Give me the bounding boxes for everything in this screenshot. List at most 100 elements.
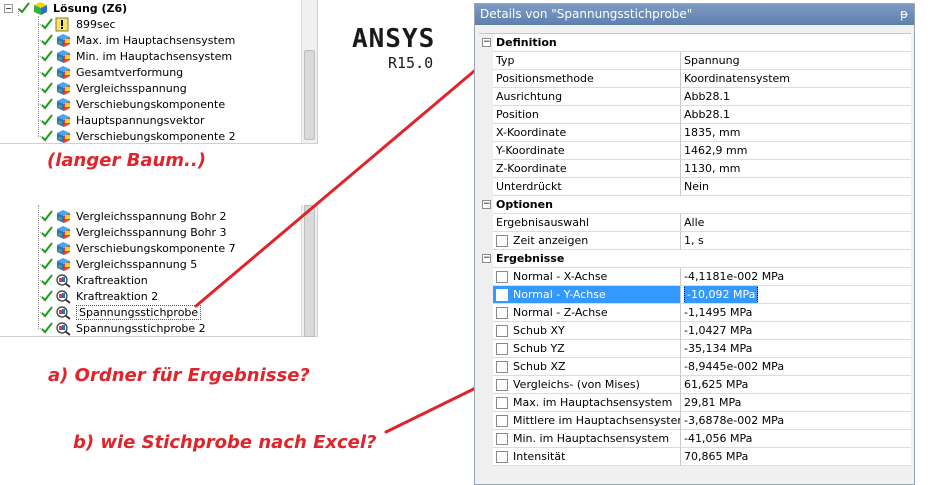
tree-scrollbar-lower[interactable] <box>301 205 317 337</box>
tree-item[interactable]: Vergleichsspannung Bohr 2 <box>40 208 226 224</box>
property-value[interactable]: 1835, mm <box>681 124 911 142</box>
property-row[interactable]: Vergleichs- (von Mises) 61,625 MPa <box>479 376 911 394</box>
tree-scroll-thumb-lower[interactable] <box>304 205 315 337</box>
result-cube-icon <box>55 49 72 64</box>
property-row[interactable]: Schub YZ -35,134 MPa <box>479 340 911 358</box>
tree-item[interactable]: Min. im Hauptachsensystem <box>40 48 232 64</box>
property-row[interactable]: Schub XZ -8,9445e-002 MPa <box>479 358 911 376</box>
collapse-icon[interactable]: − <box>482 254 491 263</box>
tree-item[interactable]: Kraftreaktion 2 <box>40 288 158 304</box>
property-value[interactable]: -1,0427 MPa <box>681 322 911 340</box>
property-value[interactable]: -4,1181e-002 MPa <box>681 268 911 286</box>
collapse-icon[interactable]: − <box>482 38 491 47</box>
property-value[interactable]: Alle <box>681 214 911 232</box>
property-row[interactable]: Normal - Z-Achse -1,1495 MPa <box>479 304 911 322</box>
tree-scroll-thumb[interactable] <box>304 50 315 140</box>
pin-icon[interactable]: ᵽ <box>900 4 908 25</box>
tree-item-label: 899sec <box>76 17 116 31</box>
section-definition[interactable]: − Definition <box>479 34 911 52</box>
section-optionen[interactable]: − Optionen <box>479 196 911 214</box>
property-value[interactable]: Abb28.1 <box>681 106 911 124</box>
parameter-checkbox[interactable] <box>496 414 508 427</box>
property-value[interactable]: 1, s <box>681 232 911 250</box>
section-ergebnisse[interactable]: − Ergebnisse <box>479 250 911 268</box>
property-name: X-Koordinate <box>493 124 681 142</box>
property-name-text: Normal - X-Achse <box>513 270 608 283</box>
property-row[interactable]: Unterdrückt Nein <box>479 178 911 196</box>
collapse-icon[interactable]: − <box>482 200 491 209</box>
property-row[interactable]: Min. im Hauptachsensystem -41,056 MPa <box>479 430 911 448</box>
property-row[interactable]: Position Abb28.1 <box>479 106 911 124</box>
property-value[interactable]: -3,6878e-002 MPa <box>681 412 911 430</box>
property-row[interactable]: Mittlere im Hauptachsensystem -3,6878e-00… <box>479 412 911 430</box>
gutter <box>479 52 493 70</box>
gutter <box>479 322 493 340</box>
tree-item[interactable]: Verschiebungskomponente <box>40 96 225 112</box>
property-row[interactable]: Ergebnisauswahl Alle <box>479 214 911 232</box>
parameter-checkbox[interactable] <box>496 360 508 373</box>
property-value[interactable]: Abb28.1 <box>681 88 911 106</box>
tree-item[interactable]: Max. im Hauptachsensystem <box>40 32 235 48</box>
property-row[interactable]: Intensität 70,865 MPa <box>479 448 911 466</box>
tree-item[interactable]: Gesamtverformung <box>40 64 183 80</box>
tree-item[interactable]: − Lösung (Z6) <box>4 0 127 16</box>
property-row[interactable]: Schub XY -1,0427 MPa <box>479 322 911 340</box>
parameter-checkbox[interactable] <box>496 234 508 247</box>
tree-item[interactable]: Spannungsstichprobe <box>40 304 202 320</box>
property-row[interactable]: Max. im Hauptachsensystem 29,81 MPa <box>479 394 911 412</box>
property-row[interactable]: Y-Koordinate 1462,9 mm <box>479 142 911 160</box>
gutter <box>479 394 493 412</box>
property-value[interactable]: 1130, mm <box>681 160 911 178</box>
property-value[interactable]: 29,81 MPa <box>681 394 911 412</box>
property-name: Ergebnisauswahl <box>493 214 681 232</box>
property-value[interactable]: -41,056 MPa <box>681 430 911 448</box>
tree-item-label: Gesamtverformung <box>76 65 184 79</box>
property-name: Normal - Z-Achse <box>493 304 681 322</box>
property-value-text: 61,625 MPa <box>684 378 749 391</box>
tree-item[interactable]: Vergleichsspannung Bohr 3 <box>40 224 226 240</box>
property-value[interactable]: -1,1495 MPa <box>681 304 911 322</box>
parameter-checkbox[interactable] <box>496 288 508 301</box>
gutter <box>479 160 493 178</box>
property-row[interactable]: X-Koordinate 1835, mm <box>479 124 911 142</box>
parameter-checkbox[interactable] <box>496 432 508 445</box>
property-value[interactable]: 70,865 MPa <box>681 448 911 466</box>
property-value[interactable]: Spannung <box>681 52 911 70</box>
tree-item[interactable]: Verschiebungskomponente 2 <box>40 128 236 144</box>
property-value-text: 29,81 MPa <box>684 396 742 409</box>
tree-item[interactable]: Vergleichsspannung 5 <box>40 256 197 272</box>
property-row[interactable]: Zeit anzeigen 1, s <box>479 232 911 250</box>
parameter-checkbox[interactable] <box>496 396 508 409</box>
property-row[interactable]: Normal - Y-Achse -10,092 MPa <box>479 286 911 304</box>
property-row[interactable]: Positionsmethode Koordinatensystem <box>479 70 911 88</box>
property-value[interactable]: -8,9445e-002 MPa <box>681 358 911 376</box>
property-value[interactable]: 61,625 MPa <box>681 376 911 394</box>
tree-scrollbar[interactable] <box>301 0 317 143</box>
solution-icon <box>32 1 49 16</box>
collapse-icon[interactable]: − <box>4 3 13 13</box>
property-row[interactable]: Ausrichtung Abb28.1 <box>479 88 911 106</box>
tree-item[interactable]: Kraftreaktion <box>40 272 148 288</box>
parameter-checkbox[interactable] <box>496 378 508 391</box>
property-row[interactable]: Z-Koordinate 1130, mm <box>479 160 911 178</box>
property-row[interactable]: Typ Spannung <box>479 52 911 70</box>
parameter-checkbox[interactable] <box>496 324 508 337</box>
property-row[interactable]: Normal - X-Achse -4,1181e-002 MPa <box>479 268 911 286</box>
property-value[interactable]: Koordinatensystem <box>681 70 911 88</box>
parameter-checkbox[interactable] <box>496 450 508 463</box>
tree-item-label: Verschiebungskomponente 2 <box>76 129 236 143</box>
property-value[interactable]: -35,134 MPa <box>681 340 911 358</box>
parameter-checkbox[interactable] <box>496 342 508 355</box>
tree-item[interactable]: Verschiebungskomponente 7 <box>40 240 236 256</box>
tree-item[interactable]: Spannungsstichprobe 2 <box>40 320 206 336</box>
property-value[interactable]: 1462,9 mm <box>681 142 911 160</box>
property-value[interactable]: -10,092 MPa <box>681 286 911 304</box>
property-name: Max. im Hauptachsensystem <box>493 394 681 412</box>
property-value[interactable]: Nein <box>681 178 911 196</box>
parameter-checkbox[interactable] <box>496 306 508 319</box>
tree-item[interactable]: 899sec <box>40 16 116 32</box>
gutter <box>479 376 493 394</box>
parameter-checkbox[interactable] <box>496 270 508 283</box>
tree-item[interactable]: Vergleichsspannung <box>40 80 187 96</box>
tree-item[interactable]: Hauptspannungsvektor <box>40 112 205 128</box>
